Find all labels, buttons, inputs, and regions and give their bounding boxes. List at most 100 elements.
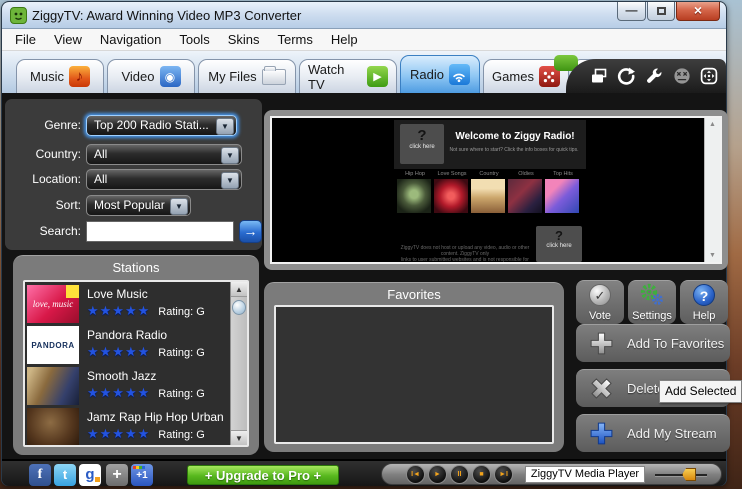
check-icon: ✓ (589, 284, 611, 306)
search-input[interactable] (86, 221, 234, 242)
category-thumb-top-hits[interactable] (545, 179, 579, 213)
twitter-icon[interactable]: t (54, 464, 76, 486)
filter-panel: Genre: Top 200 Radio Stati... Country: A… (5, 99, 262, 250)
menu-help[interactable]: Help (322, 32, 367, 47)
sort-label: Sort: (55, 198, 81, 212)
minimize-button[interactable]: — (617, 2, 646, 21)
star-rating: ★★★★★ (87, 344, 151, 359)
menu-terms[interactable]: Terms (269, 32, 322, 47)
menu-view[interactable]: View (45, 32, 91, 47)
play-button[interactable]: ► (428, 465, 447, 484)
category-thumb-country[interactable] (471, 179, 505, 213)
search-go-button[interactable] (239, 220, 262, 243)
desktop-background: ZiggyTV: Award Winning Video MP3 Convert… (0, 0, 742, 489)
scroll-up-icon[interactable]: ▲ (231, 282, 247, 297)
star-rating: ★★★★★ (87, 426, 151, 441)
scroll-down-icon[interactable]: ▼ (705, 252, 720, 259)
radio-preview-panel: ? click here Welcome to Ziggy Radio! Not… (264, 110, 728, 270)
vote-button[interactable]: ✓ Vote (576, 280, 624, 324)
add-my-stream-button[interactable]: Add My Stream (576, 414, 730, 452)
facebook-icon[interactable]: f (29, 464, 51, 486)
category-label: Hip Hop (405, 171, 425, 177)
maximize-button[interactable] (647, 2, 675, 21)
tab-video[interactable]: Video ◉ (107, 59, 195, 93)
favorites-list[interactable] (274, 305, 554, 444)
station-row[interactable]: Jamz Rap Hip Hop Urban ★★★★★ Rating: G (27, 407, 227, 445)
stations-list: love, music Love Music ★★★★★ Rating: G PA… (23, 280, 249, 447)
tab-my-files[interactable]: My Files (198, 59, 296, 93)
popup-window-icon[interactable] (588, 65, 610, 87)
search-label: Search: (39, 224, 81, 238)
disclaimer-text: ZiggyTV does not host or upload any vide… (400, 245, 530, 263)
favorites-title: Favorites (387, 287, 441, 302)
bottom-bar: f t g + +1 + Upgrade to Pro + I◄ ► II ■ … (2, 459, 726, 486)
tab-radio[interactable]: Radio (400, 55, 480, 93)
category-thumb-love-songs[interactable] (434, 179, 468, 213)
music-note-icon: ♪ (68, 66, 90, 87)
star-rating: ★★★★★ (87, 303, 151, 318)
title-bar[interactable]: ZiggyTV: Award Winning Video MP3 Convert… (2, 2, 726, 29)
tab-strip: Music ♪ Video ◉ My Files Watch TV ▶ Radi… (2, 51, 726, 93)
station-row[interactable]: Smooth Jazz ★★★★★ Rating: G (27, 366, 227, 407)
menu-navigation[interactable]: Navigation (91, 32, 170, 47)
share-icon[interactable]: + (106, 464, 128, 486)
category-label: Country (479, 171, 499, 177)
plus-icon (590, 332, 613, 355)
menu-skins[interactable]: Skins (219, 32, 269, 47)
add-to-favorites-button[interactable]: Add To Favorites (576, 324, 730, 362)
location-select[interactable]: All (86, 169, 242, 190)
sort-select[interactable]: Most Popular (86, 195, 191, 216)
category-label: Oldies (518, 171, 534, 177)
genre-select[interactable]: Top 200 Radio Stati... (86, 115, 237, 136)
gears-icon (640, 283, 663, 305)
category-label: Top Hits (553, 171, 573, 177)
player-status-text: ZiggyTV Media Player (525, 466, 645, 483)
close-button[interactable]: × (676, 2, 720, 21)
pause-button[interactable]: II (450, 465, 469, 484)
settings-button[interactable]: Settings (628, 280, 676, 324)
tab-watch-tv[interactable]: Watch TV ▶ (299, 59, 397, 93)
info-click-box[interactable]: ? click here (400, 124, 444, 164)
x-icon (591, 378, 612, 399)
category-thumb-hip-hop[interactable] (397, 179, 431, 213)
welcome-banner: ? click here Welcome to Ziggy Radio! Not… (394, 120, 586, 169)
scroll-down-icon[interactable]: ▼ (231, 430, 247, 445)
upgrade-to-pro-button[interactable]: + Upgrade to Pro + (187, 465, 339, 485)
station-row[interactable]: PANDORA Pandora Radio ★★★★★ Rating: G (27, 325, 227, 366)
previous-button[interactable]: I◄ (406, 465, 425, 484)
stations-panel: Stations love, music Love Music ★★★★★ Rat… (13, 255, 259, 455)
scrollbar-thumb[interactable] (232, 300, 246, 315)
scroll-up-icon[interactable]: ▲ (705, 121, 720, 128)
media-player-bar: I◄ ► II ■ ►I ZiggyTV Media Player (381, 463, 722, 485)
station-thumbnail (27, 367, 79, 405)
category-thumb-oldies[interactable] (508, 179, 542, 213)
menu-file[interactable]: File (6, 32, 45, 47)
refresh-icon[interactable] (615, 65, 637, 87)
tab-music[interactable]: Music ♪ (16, 59, 104, 93)
wrench-icon[interactable] (643, 65, 665, 87)
welcome-subtitle: Not sure where to start? Click the info … (449, 147, 579, 153)
star-rating: ★★★★★ (87, 385, 151, 400)
menu-tools[interactable]: Tools (170, 32, 218, 47)
window-title: ZiggyTV: Award Winning Video MP3 Convert… (32, 8, 302, 23)
volume-track[interactable] (655, 474, 707, 477)
tooltip: Add Selected (659, 380, 742, 403)
stations-scrollbar[interactable]: ▲ ▼ (230, 282, 247, 445)
station-thumbnail: love, music (27, 285, 79, 323)
preview-scrollbar[interactable]: ▲ ▼ (704, 118, 720, 262)
muted-face-icon[interactable] (671, 65, 693, 87)
app-logo-icon (10, 7, 27, 24)
welcome-title: Welcome to Ziggy Radio! (455, 131, 575, 142)
stop-button[interactable]: ■ (472, 465, 491, 484)
next-button[interactable]: ►I (494, 465, 513, 484)
volume-slider-knob[interactable] (682, 468, 696, 481)
google-plus-one-icon[interactable]: +1 (131, 464, 153, 486)
station-row[interactable]: love, music Love Music ★★★★★ Rating: G (27, 284, 227, 325)
location-label: Location: (32, 172, 81, 186)
google-icon[interactable]: g (79, 464, 101, 486)
maximize-icon (656, 7, 666, 15)
info-click-box[interactable]: ? click here (536, 226, 582, 262)
fullscreen-icon[interactable] (698, 65, 720, 87)
help-button[interactable]: ? Help (680, 280, 728, 324)
country-select[interactable]: All (86, 144, 242, 165)
